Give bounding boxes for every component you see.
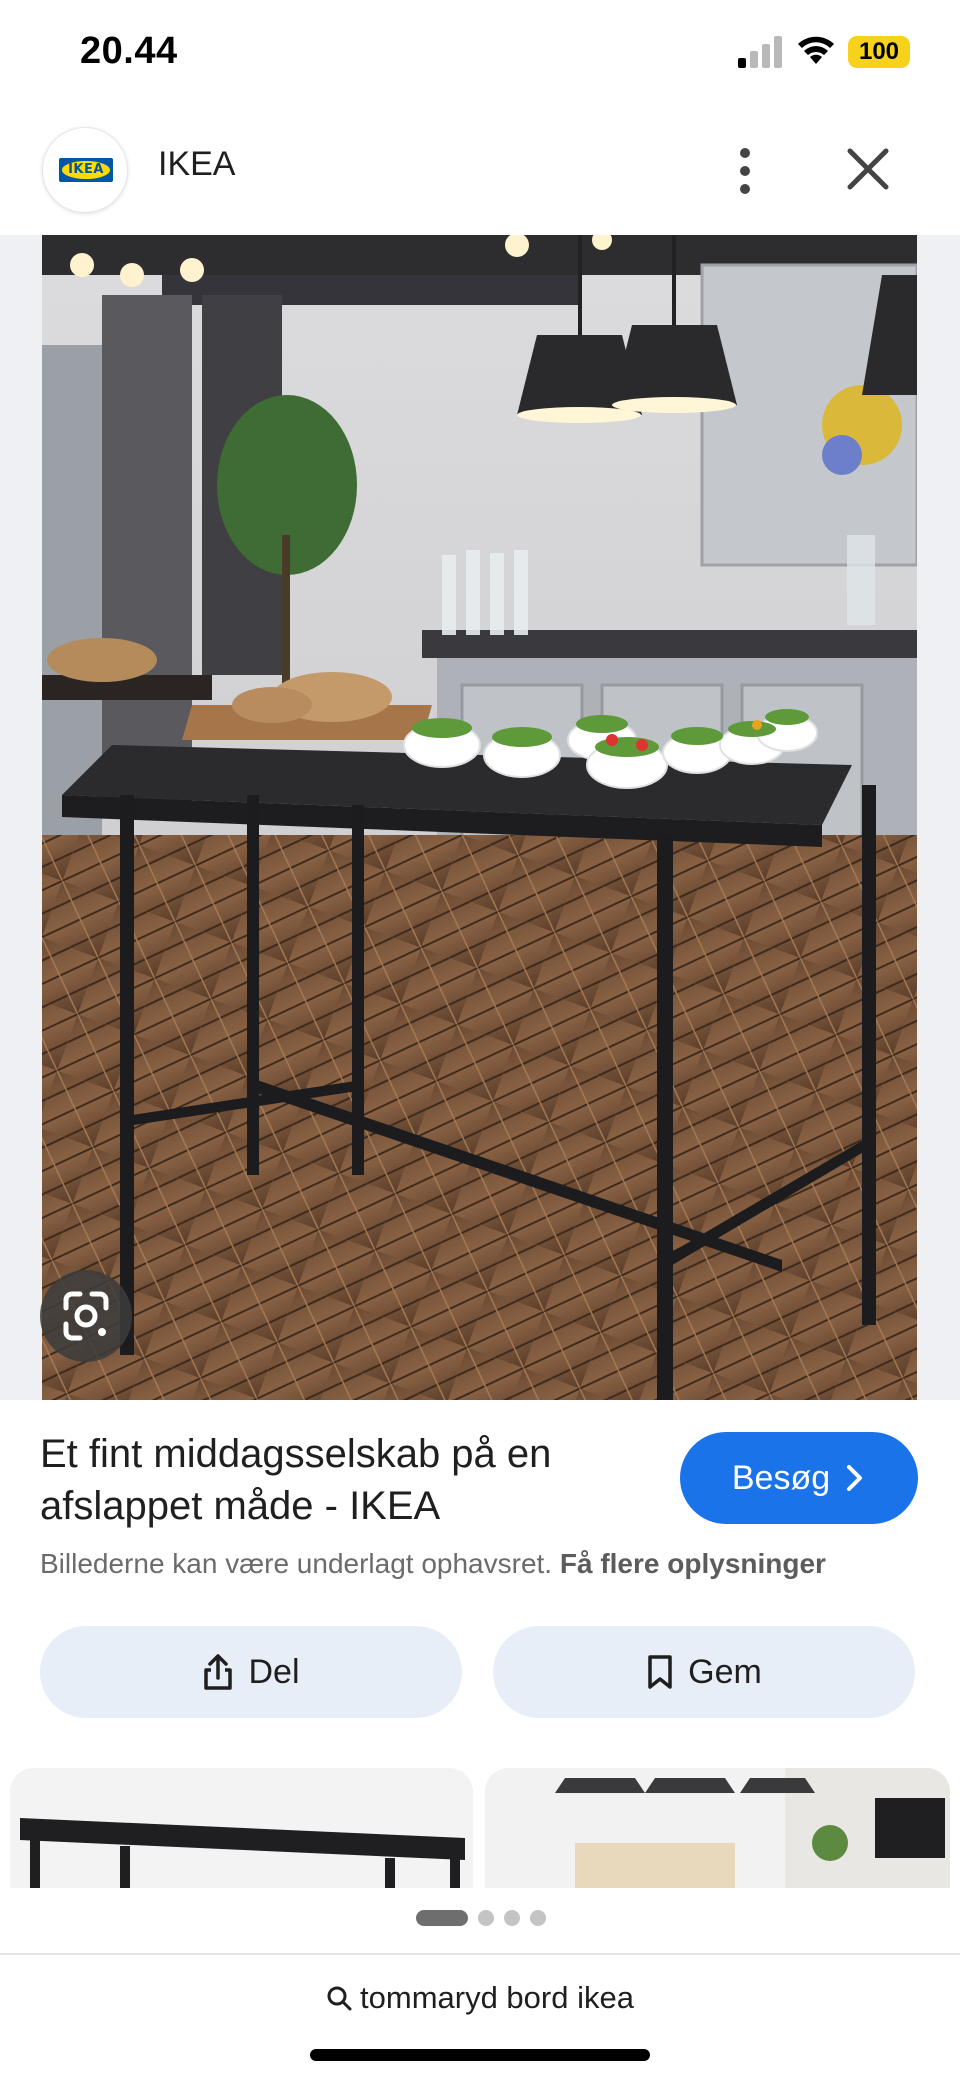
bookmark-icon [648, 1655, 672, 1689]
page-dot [504, 1910, 520, 1926]
share-button-label: Del [248, 1652, 300, 1691]
battery-indicator: 100 [848, 36, 910, 68]
search-query-bar[interactable]: tommaryd bord ikea [0, 1980, 960, 2016]
page-dot [478, 1910, 494, 1926]
share-icon [204, 1654, 233, 1690]
share-button[interactable]: Del [40, 1626, 462, 1718]
image-viewer [0, 235, 960, 1400]
home-indicator[interactable] [310, 2049, 650, 2061]
visit-button-label: Besøg [731, 1458, 831, 1497]
ikea-logo-icon: IKEA [59, 158, 113, 182]
page-dot-active [416, 1910, 468, 1926]
search-icon [327, 1986, 352, 2011]
status-time: 20.44 [80, 30, 178, 72]
copyright-text: Billederne kan være underlagt ophavsret. [40, 1548, 553, 1579]
google-lens-button[interactable] [40, 1270, 132, 1362]
related-table-image [10, 1768, 473, 1888]
bottom-sheet: tommaryd bord ikea [0, 1888, 960, 2079]
divider [0, 1953, 960, 1955]
kitchen-bar-table-photo [42, 235, 917, 1400]
related-result-thumbnail[interactable] [10, 1768, 473, 1888]
save-button[interactable]: Gem [493, 1626, 915, 1718]
chevron-right-icon [847, 1465, 863, 1491]
google-lens-icon [63, 1291, 109, 1341]
site-name[interactable]: IKEA [158, 145, 235, 184]
related-kitchen-image [485, 1768, 950, 1888]
result-image[interactable] [42, 235, 917, 1400]
search-query-text: tommaryd bord ikea [360, 1980, 634, 2015]
status-bar: 20.44 100 [0, 0, 960, 105]
wifi-icon [798, 36, 834, 64]
copyright-notice: Billederne kan være underlagt ophavsret.… [40, 1548, 826, 1580]
result-title: Et fint middagsselskab på en afslappet m… [40, 1432, 552, 1528]
page-dot [530, 1910, 546, 1926]
close-icon[interactable] [842, 143, 894, 195]
save-button-label: Gem [688, 1652, 762, 1691]
related-result-thumbnail[interactable] [485, 1768, 950, 1888]
site-logo[interactable]: IKEA [42, 127, 128, 213]
viewer-header: IKEA IKEA [0, 105, 960, 235]
page-indicator [416, 1910, 546, 1926]
visit-button[interactable]: Besøg [680, 1432, 918, 1524]
more-info-link[interactable]: Få flere oplysninger [560, 1548, 826, 1579]
cellular-signal-icon [738, 36, 782, 68]
more-vert-icon[interactable] [725, 141, 765, 201]
